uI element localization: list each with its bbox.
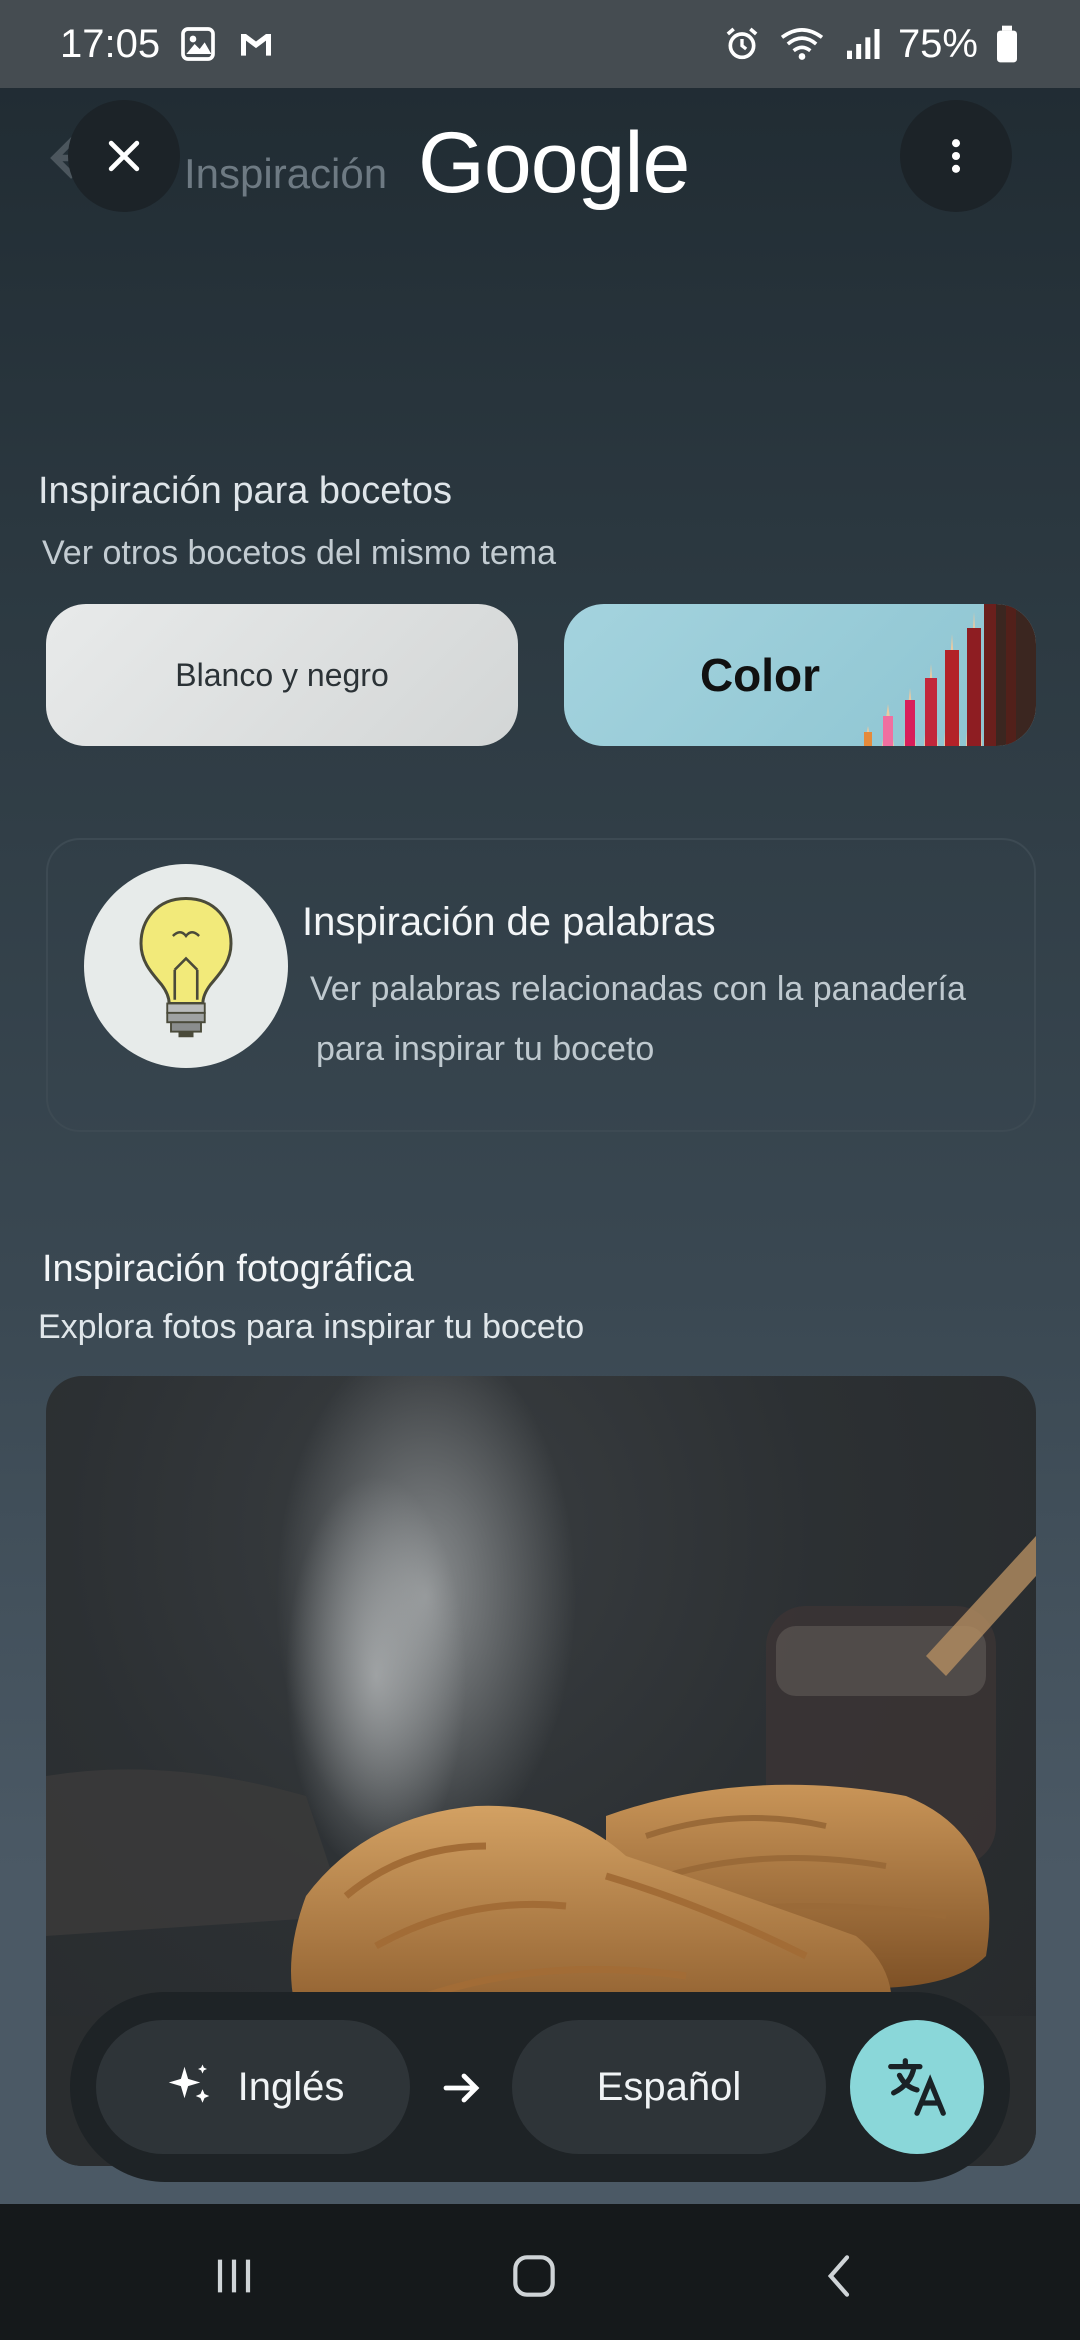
source-language-button[interactable]: Inglés xyxy=(96,2020,410,2154)
gallery-icon xyxy=(181,27,215,61)
battery-percent: 75% xyxy=(897,21,978,66)
lightbulb-circle xyxy=(84,864,288,1068)
color-pencils-image xyxy=(864,604,1036,746)
lightbulb-icon xyxy=(139,896,233,1038)
close-icon xyxy=(108,140,140,172)
status-time: 17:05 xyxy=(60,21,161,66)
alarm-icon xyxy=(726,27,758,60)
translate-icon xyxy=(888,2058,946,2116)
more-options-button[interactable] xyxy=(900,100,1012,212)
close-button[interactable] xyxy=(68,100,180,212)
option-black-white-label: Blanco y negro xyxy=(175,656,389,693)
translate-button[interactable] xyxy=(850,2020,984,2154)
signal-icon xyxy=(846,29,880,59)
navigation-bar xyxy=(0,2204,1080,2340)
more-vert-icon xyxy=(951,139,961,173)
target-language-label: Español xyxy=(596,2064,742,2109)
word-inspiration-desc-line1: Ver palabras relacionadas con la panader… xyxy=(310,970,966,1008)
battery-icon xyxy=(997,25,1017,63)
source-language-label: Inglés xyxy=(237,2064,345,2109)
sketch-inspiration-title: Inspiración para bocetos xyxy=(38,470,453,512)
screen: 17:05 75% Inspiración Google Inspiración… xyxy=(0,0,1080,2340)
wifi-icon xyxy=(780,28,824,60)
header: Inspiración Google xyxy=(0,88,1080,248)
word-inspiration-desc-line2: para inspirar tu boceto xyxy=(316,1030,655,1068)
google-logo: Google xyxy=(418,115,690,211)
photo-inspiration-subtitle: Explora fotos para inspirar tu boceto xyxy=(38,1308,585,1346)
option-color-label: Color xyxy=(699,649,821,701)
sketch-inspiration-subtitle: Ver otros bocetos del mismo tema xyxy=(42,534,557,572)
word-inspiration-card[interactable]: Inspiración de palabras Ver palabras rel… xyxy=(46,838,1036,1132)
target-language-button[interactable]: Español xyxy=(512,2020,826,2154)
recent-apps-icon[interactable] xyxy=(206,2248,262,2304)
status-bar: 17:05 75% xyxy=(0,0,1080,88)
translate-bar: Inglés Español xyxy=(70,1992,1010,2182)
word-inspiration-title: Inspiración de palabras xyxy=(302,900,716,944)
ghost-title: Inspiración xyxy=(184,150,388,197)
photo-inspiration-title: Inspiración fotográfica xyxy=(42,1248,414,1290)
home-icon[interactable] xyxy=(506,2248,562,2304)
arrow-right-icon xyxy=(443,2073,480,2103)
back-icon[interactable] xyxy=(812,2248,868,2304)
sparkle-icon xyxy=(168,2064,209,2103)
gmail-icon xyxy=(241,34,272,56)
option-black-white[interactable]: Blanco y negro xyxy=(46,604,518,746)
option-color[interactable]: Color xyxy=(564,604,1036,746)
